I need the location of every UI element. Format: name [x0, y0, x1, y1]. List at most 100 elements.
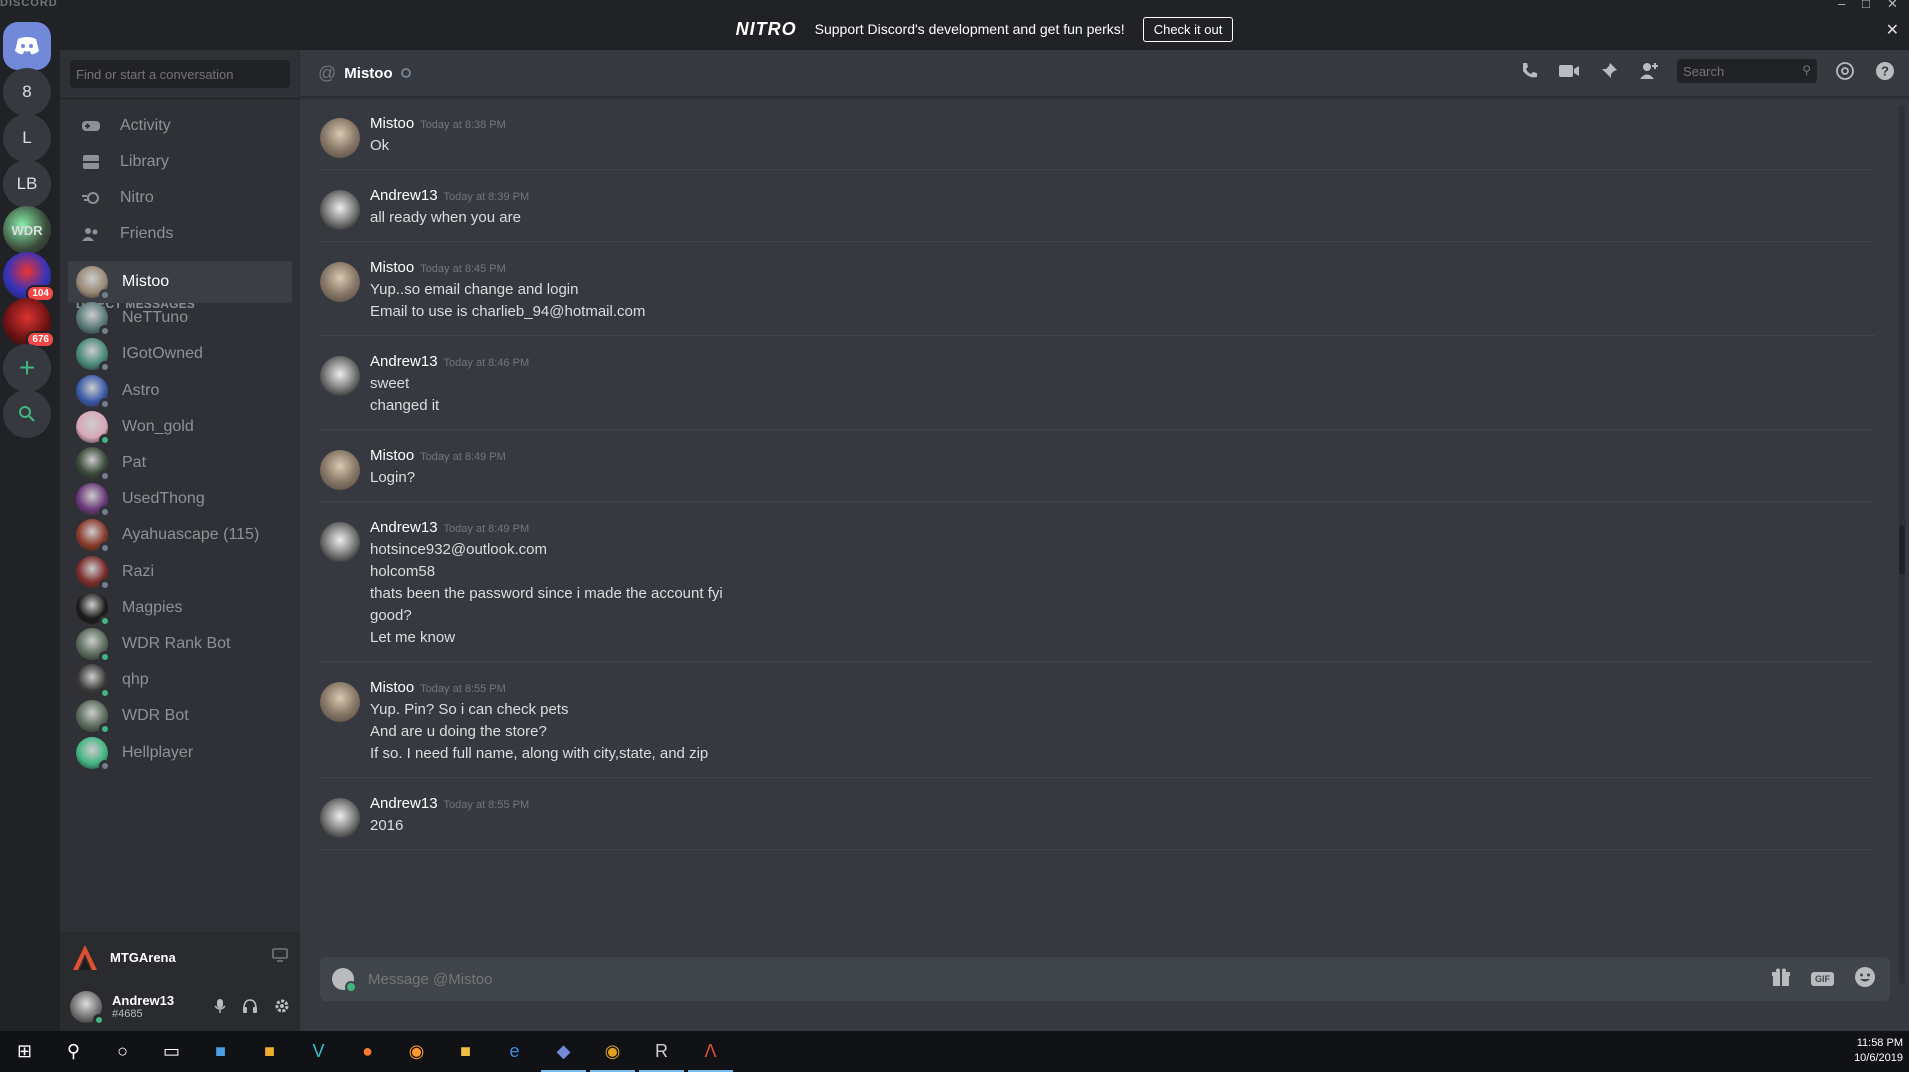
- microphone-icon[interactable]: [214, 998, 226, 1018]
- emoji-icon[interactable]: [1854, 966, 1876, 993]
- message-text: If so. I need full name, along with city…: [370, 745, 709, 762]
- message-input[interactable]: [368, 970, 1771, 988]
- message-author[interactable]: Mistoo: [370, 447, 414, 464]
- upload-icon[interactable]: [332, 968, 357, 993]
- game-name: MTGArena: [110, 949, 176, 965]
- guild-8[interactable]: 8: [3, 68, 51, 116]
- message-text: And are u doing the store?: [370, 723, 547, 740]
- avatar[interactable]: [320, 682, 360, 722]
- avatar[interactable]: [320, 450, 360, 490]
- voice-call-icon[interactable]: [1517, 59, 1541, 83]
- guild-l[interactable]: L: [3, 114, 51, 162]
- message-list[interactable]: Mistoo Today at 8:38 PM Ok Andrew13 Today at…: [300, 98, 1880, 988]
- header-toolbar: ⚲ ?: [1517, 59, 1897, 83]
- task-view-icon[interactable]: ▭: [147, 1031, 196, 1072]
- search-input[interactable]: [1677, 59, 1817, 83]
- video-call-icon[interactable]: [1557, 59, 1581, 83]
- message-author[interactable]: Andrew13: [370, 353, 438, 370]
- banner-close-icon[interactable]: ✕: [1886, 20, 1899, 40]
- avatar[interactable]: [320, 522, 360, 562]
- scrollbar-thumb[interactable]: [1899, 525, 1905, 575]
- help-icon[interactable]: ?: [1873, 59, 1897, 83]
- dm-name: WDR Bot: [122, 707, 189, 725]
- start-icon[interactable]: ⊞: [0, 1031, 49, 1072]
- system-clock[interactable]: 11:58 PM 10/6/2019: [1854, 1036, 1903, 1066]
- clock-date: 10/6/2019: [1854, 1052, 1903, 1064]
- avatar: [76, 266, 111, 301]
- dm-sidebar: Activity Library Nitro Friends DIRECT ME…: [60, 50, 300, 1031]
- headphones-icon[interactable]: [242, 998, 258, 1018]
- mtga-game-icon: [73, 945, 97, 970]
- banner-text: Support Discord's development and get fu…: [814, 21, 1125, 37]
- avatar[interactable]: [320, 190, 360, 230]
- guild-image-2[interactable]: 676: [3, 298, 55, 348]
- store-icon[interactable]: ■: [196, 1031, 245, 1072]
- message-author[interactable]: Mistoo: [370, 115, 414, 132]
- nav-library[interactable]: Library: [70, 142, 290, 182]
- message-author[interactable]: Andrew13: [370, 795, 438, 812]
- runelite-icon[interactable]: R: [637, 1031, 686, 1072]
- message-header: Mistoo Today at 8:38 PM: [370, 115, 506, 132]
- search-icon: [19, 406, 35, 422]
- avatar[interactable]: [70, 990, 105, 1026]
- avatar[interactable]: [320, 798, 360, 838]
- composer-tools: GIF: [1771, 966, 1876, 993]
- mtga-icon[interactable]: Λ: [686, 1031, 735, 1072]
- avatar: [76, 555, 111, 591]
- message-text: 2016: [370, 817, 404, 834]
- add-friend-icon[interactable]: [1637, 59, 1661, 83]
- mentions-icon[interactable]: [1833, 59, 1857, 83]
- message-text: Let me know: [370, 629, 456, 646]
- check-it-out-button[interactable]: Check it out: [1142, 16, 1234, 42]
- search-icon[interactable]: ⚲: [49, 1031, 98, 1072]
- clock-time: 11:58 PM: [1856, 1037, 1903, 1049]
- nav-friends[interactable]: Friends: [70, 214, 290, 254]
- avatar[interactable]: [320, 356, 360, 396]
- message-author[interactable]: Mistoo: [370, 679, 414, 696]
- chrome-icon[interactable]: ◉: [588, 1031, 637, 1072]
- cortana-icon[interactable]: ○: [98, 1031, 147, 1072]
- stream-icon[interactable]: [272, 948, 288, 965]
- firefox-icon[interactable]: ●: [343, 1031, 392, 1072]
- avatar: [76, 736, 111, 772]
- add-server-button[interactable]: +: [3, 344, 51, 392]
- message-timestamp: Today at 8:46 PM: [443, 357, 530, 369]
- nav-activity[interactable]: Activity: [70, 106, 290, 146]
- avatar: [76, 519, 111, 555]
- message-author[interactable]: Andrew13: [370, 187, 438, 204]
- avatar[interactable]: [320, 118, 360, 158]
- friends-icon: [80, 223, 102, 245]
- avatar: [76, 700, 111, 736]
- gif-button[interactable]: GIF: [1811, 972, 1834, 986]
- message-timestamp: Today at 8:39 PM: [443, 191, 530, 203]
- message-body: Login?: [370, 467, 415, 489]
- gift-icon[interactable]: [1771, 967, 1791, 992]
- svg-text:?: ?: [1881, 64, 1889, 79]
- home-button[interactable]: [3, 22, 51, 70]
- guild-lb[interactable]: LB: [3, 160, 51, 208]
- discord-icon[interactable]: ◆: [539, 1031, 588, 1072]
- explore-servers-button[interactable]: [3, 390, 51, 438]
- find-conversation-input[interactable]: [70, 60, 290, 88]
- dm-name: Mistoo: [122, 273, 170, 290]
- gear-icon[interactable]: [274, 998, 290, 1018]
- guild-image-1[interactable]: 104: [3, 252, 55, 302]
- chat-area: @ Mistoo ⚲ ? Mistoo Today at 8:38 PM Ok And…: [300, 50, 1909, 1031]
- nav-nitro[interactable]: Nitro: [70, 178, 290, 218]
- message-author[interactable]: Andrew13: [370, 519, 438, 536]
- pin-icon[interactable]: [1597, 59, 1621, 83]
- message-author[interactable]: Mistoo: [370, 259, 414, 276]
- explorer-icon[interactable]: ■: [441, 1031, 490, 1072]
- app-v-icon[interactable]: V: [294, 1031, 343, 1072]
- now-playing-bar[interactable]: MTGArena: [60, 932, 300, 982]
- sticky-icon[interactable]: ■: [245, 1031, 294, 1072]
- dm-item-hellplayer[interactable]: Hellplayer: [68, 732, 292, 774]
- guild-wdr[interactable]: WDR: [3, 206, 51, 254]
- edge-icon[interactable]: e: [490, 1031, 539, 1072]
- message-body: sweet changed it: [370, 373, 439, 417]
- app-orange-icon[interactable]: ◉: [392, 1031, 441, 1072]
- scrollbar[interactable]: [1899, 105, 1905, 985]
- header-search: ⚲: [1677, 59, 1817, 83]
- message-body: Yup. Pin? So i can check pets And are u d…: [370, 699, 708, 765]
- avatar[interactable]: [320, 262, 360, 302]
